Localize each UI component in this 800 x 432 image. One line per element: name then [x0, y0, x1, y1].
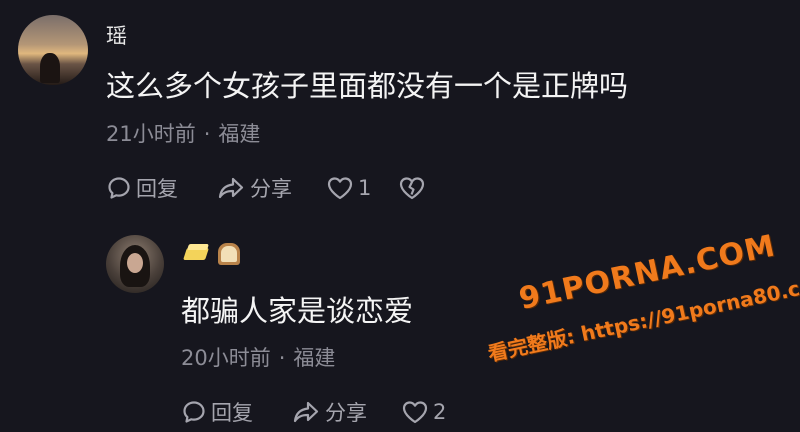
username-emojis[interactable] [181, 242, 241, 266]
comment-text: 这么多个女孩子里面都没有一个是正牌吗 [106, 69, 629, 103]
comment-text: 都骗人家是谈恋爱 [181, 294, 414, 328]
avatar-face [127, 253, 143, 273]
share-arrow-icon [293, 401, 319, 423]
username[interactable]: 瑶 [106, 20, 127, 50]
meta-separator: · [203, 122, 211, 146]
comment-meta: 20小时前 · 福建 [181, 342, 335, 372]
comment-location: 福建 [293, 346, 336, 370]
comment-meta: 21小时前 · 福建 [106, 118, 260, 148]
reply-bubble-icon [183, 401, 205, 423]
comment-actions: 回复 分享 2 [181, 397, 473, 427]
comment-time: 20小时前 [181, 346, 271, 370]
heart-icon [327, 177, 353, 200]
like-button[interactable]: 1 [326, 175, 398, 201]
dislike-button[interactable] [398, 175, 426, 201]
bread-emoji-icon [217, 242, 241, 266]
comment-item: 瑶 这么多个女孩子里面都没有一个是正牌吗 21小时前 · 福建 回复 分享 1 [0, 0, 800, 220]
user-avatar[interactable] [18, 15, 88, 85]
like-count: 1 [358, 176, 372, 200]
reply-button[interactable]: 回复 [181, 397, 291, 427]
comment-location: 福建 [218, 122, 261, 146]
comment-actions: 回复 分享 1 [106, 173, 426, 203]
share-button[interactable]: 分享 [216, 173, 326, 203]
like-button[interactable]: 2 [401, 399, 473, 425]
butter-emoji-icon [181, 244, 209, 264]
share-arrow-icon [218, 177, 244, 199]
reply-button[interactable]: 回复 [106, 173, 216, 203]
heart-icon [402, 401, 428, 424]
meta-separator: · [278, 346, 286, 370]
broken-heart-icon [399, 177, 425, 200]
reply-label: 回复 [136, 177, 178, 201]
like-count: 2 [433, 400, 447, 424]
share-button[interactable]: 分享 [291, 397, 401, 427]
share-label: 分享 [250, 177, 292, 201]
user-avatar[interactable] [106, 235, 164, 293]
share-label: 分享 [325, 401, 367, 425]
reply-bubble-icon [108, 177, 130, 199]
avatar-silhouette [40, 53, 60, 83]
comment-time: 21小时前 [106, 122, 196, 146]
reply-label: 回复 [211, 401, 253, 425]
